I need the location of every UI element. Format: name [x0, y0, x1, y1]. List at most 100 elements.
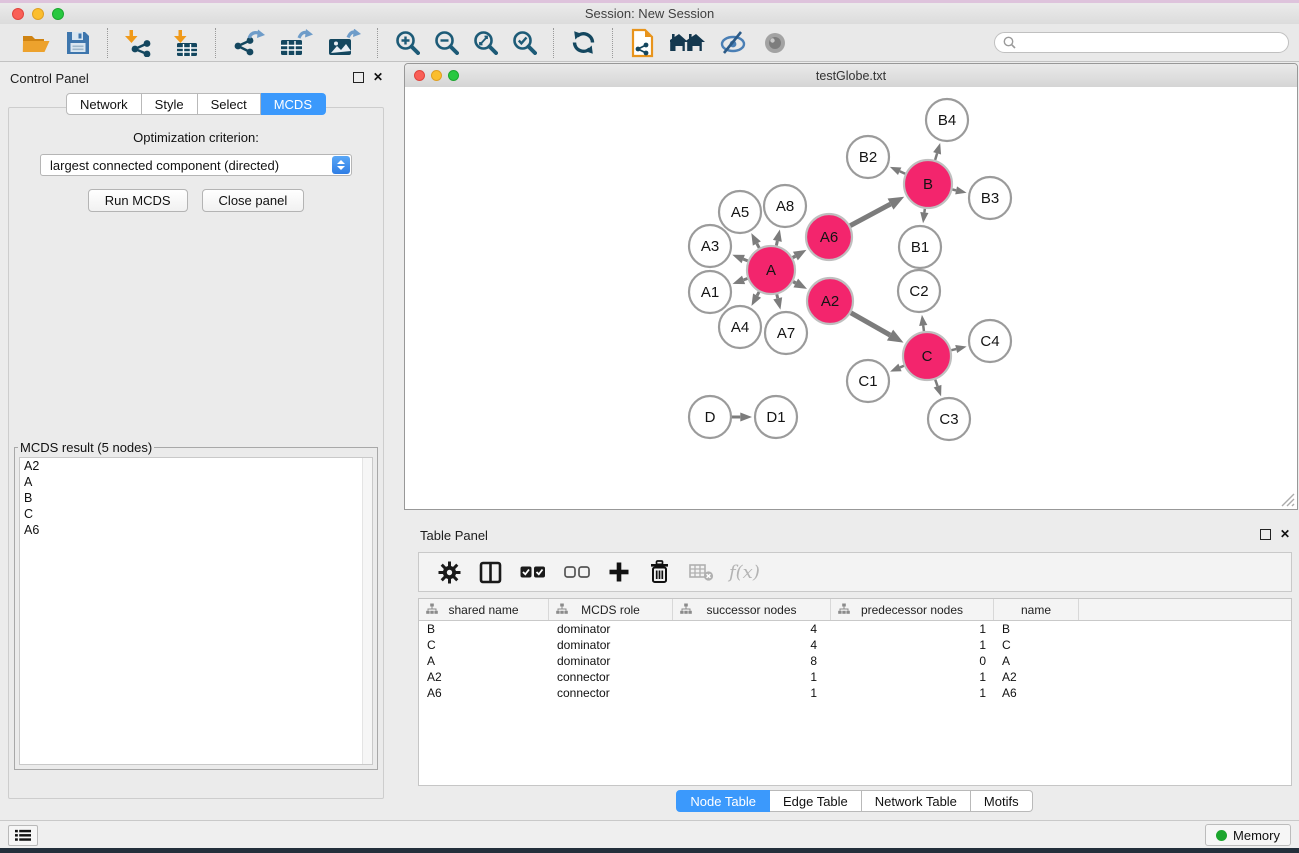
delete-column-button[interactable]: [648, 560, 671, 584]
edge-A-A1[interactable]: [744, 278, 748, 279]
graph-node-A3[interactable]: A3: [689, 225, 731, 267]
close-panel-button[interactable]: Close panel: [202, 189, 305, 212]
tab-network[interactable]: Network: [66, 93, 142, 115]
table-row[interactable]: Adominator80A: [419, 653, 1291, 669]
float-table-panel-icon[interactable]: [1260, 529, 1271, 540]
zoom-out-button[interactable]: [434, 30, 459, 55]
zoom-in-button[interactable]: [395, 30, 420, 55]
graph-node-C1[interactable]: C1: [847, 360, 889, 402]
edge-A-A3[interactable]: [743, 259, 748, 261]
mcds-result-list[interactable]: A2ABCA6: [19, 457, 373, 765]
home-button[interactable]: [670, 31, 706, 55]
network-canvas[interactable]: B4 B2 B B3 A5A8A6 B1 A3 A A1 C2 A2 A4A7 C C4 C1 C3 D D1: [405, 87, 1297, 509]
zoom-fit-button[interactable]: [473, 30, 498, 55]
column-header-successor-nodes[interactable]: successor nodes: [673, 599, 831, 620]
edge-C-C4[interactable]: [951, 349, 956, 350]
graph-node-A7[interactable]: A7: [765, 312, 807, 354]
tab-select[interactable]: Select: [198, 93, 261, 115]
graph-node-C2[interactable]: C2: [898, 270, 940, 312]
graph-node-A4[interactable]: A4: [719, 306, 761, 348]
delete-table-button[interactable]: [689, 562, 714, 582]
graph-node-A1[interactable]: A1: [689, 271, 731, 313]
open-session-button[interactable]: [21, 30, 51, 56]
column-header-name[interactable]: name: [994, 599, 1079, 620]
tab-mcds[interactable]: MCDS: [261, 93, 326, 115]
graph-node-B2[interactable]: B2: [847, 136, 889, 178]
search-box[interactable]: [994, 32, 1289, 53]
tab-motifs[interactable]: Motifs: [971, 790, 1033, 812]
graph-node-C3[interactable]: C3: [928, 398, 970, 440]
edge-A-A7[interactable]: [777, 294, 778, 298]
function-builder-button[interactable]: f(x): [729, 562, 760, 583]
graph-node-A8[interactable]: A8: [764, 185, 806, 227]
run-mcds-button[interactable]: Run MCDS: [88, 189, 188, 212]
hide-selected-button[interactable]: [720, 31, 748, 55]
edge-A-A2[interactable]: [793, 282, 796, 283]
table-row[interactable]: Bdominator41B: [419, 621, 1291, 637]
mcds-result-item[interactable]: A2: [20, 458, 372, 474]
edge-A2-C[interactable]: [851, 313, 890, 335]
tab-network-table[interactable]: Network Table: [862, 790, 971, 812]
export-network-button[interactable]: [233, 29, 265, 57]
tab-style[interactable]: Style: [142, 93, 198, 115]
deselect-all-button[interactable]: [564, 565, 590, 579]
edge-B-B2[interactable]: [900, 171, 906, 173]
graph-node-A6[interactable]: A6: [806, 214, 852, 260]
show-all-button[interactable]: [762, 31, 788, 55]
mcds-result-item[interactable]: B: [20, 490, 372, 506]
scrollbar-track[interactable]: [362, 458, 372, 764]
graph-node-C[interactable]: C: [903, 332, 951, 380]
graph-node-A2[interactable]: A2: [807, 278, 853, 324]
network-window-titlebar[interactable]: testGlobe.txt: [405, 64, 1297, 88]
select-all-button[interactable]: [520, 565, 546, 579]
export-image-button[interactable]: [327, 29, 361, 57]
close-table-panel-icon[interactable]: ✕: [1280, 527, 1290, 541]
graph-node-B[interactable]: B: [904, 160, 952, 208]
show-columns-button[interactable]: [479, 561, 502, 584]
column-header-MCDS-role[interactable]: MCDS role: [549, 599, 673, 620]
edge-A6-B[interactable]: [850, 204, 890, 226]
edge-A-A4[interactable]: [757, 292, 759, 296]
edge-B-B3[interactable]: [952, 190, 956, 191]
graph-node-B3[interactable]: B3: [969, 177, 1011, 219]
task-history-button[interactable]: [8, 825, 38, 846]
graph-node-A[interactable]: A: [747, 246, 795, 294]
edge-A-A5[interactable]: [757, 243, 759, 247]
search-input[interactable]: [1021, 35, 1280, 51]
export-table-button[interactable]: [279, 29, 313, 57]
edge-C-C1[interactable]: [900, 366, 904, 368]
graph-node-C4[interactable]: C4: [969, 320, 1011, 362]
zoom-selected-button[interactable]: [512, 30, 537, 55]
float-panel-icon[interactable]: [353, 72, 364, 83]
table-row[interactable]: Cdominator41C: [419, 637, 1291, 653]
resize-grip-icon[interactable]: [1280, 492, 1295, 507]
edge-C-C3[interactable]: [935, 380, 937, 387]
edge-C-C2[interactable]: [923, 325, 924, 331]
graph-node-B1[interactable]: B1: [899, 226, 941, 268]
column-header-shared-name[interactable]: shared name: [419, 599, 549, 620]
import-table-button[interactable]: [169, 29, 199, 57]
graph-node-D[interactable]: D: [689, 396, 731, 438]
table-settings-button[interactable]: [438, 561, 461, 584]
add-column-button[interactable]: [608, 561, 630, 583]
mcds-result-item[interactable]: C: [20, 506, 372, 522]
graph-node-A5[interactable]: A5: [719, 191, 761, 233]
mcds-result-item[interactable]: A6: [20, 522, 372, 538]
table-row[interactable]: A6connector11A6: [419, 685, 1291, 701]
graph-node-B4[interactable]: B4: [926, 99, 968, 141]
table-row[interactable]: A2connector11A2: [419, 669, 1291, 685]
refresh-layout-button[interactable]: [571, 30, 596, 55]
memory-button[interactable]: Memory: [1205, 824, 1291, 846]
save-session-button[interactable]: [65, 30, 91, 56]
tab-edge-table[interactable]: Edge Table: [770, 790, 862, 812]
close-panel-icon[interactable]: ✕: [373, 70, 383, 84]
graph-node-D1[interactable]: D1: [755, 396, 797, 438]
edge-B-B4[interactable]: [935, 153, 937, 160]
edge-A-A6[interactable]: [793, 256, 796, 258]
network-graph[interactable]: B4 B2 B B3 A5A8A6 B1 A3 A A1 C2 A2 A4A7 C C4 C1 C3 D D1: [405, 87, 1297, 509]
tab-node-table[interactable]: Node Table: [676, 790, 770, 812]
new-network-from-selection-button[interactable]: [630, 28, 656, 58]
import-network-button[interactable]: [125, 29, 155, 57]
mcds-result-item[interactable]: A: [20, 474, 372, 490]
edge-A-A8[interactable]: [776, 241, 777, 246]
